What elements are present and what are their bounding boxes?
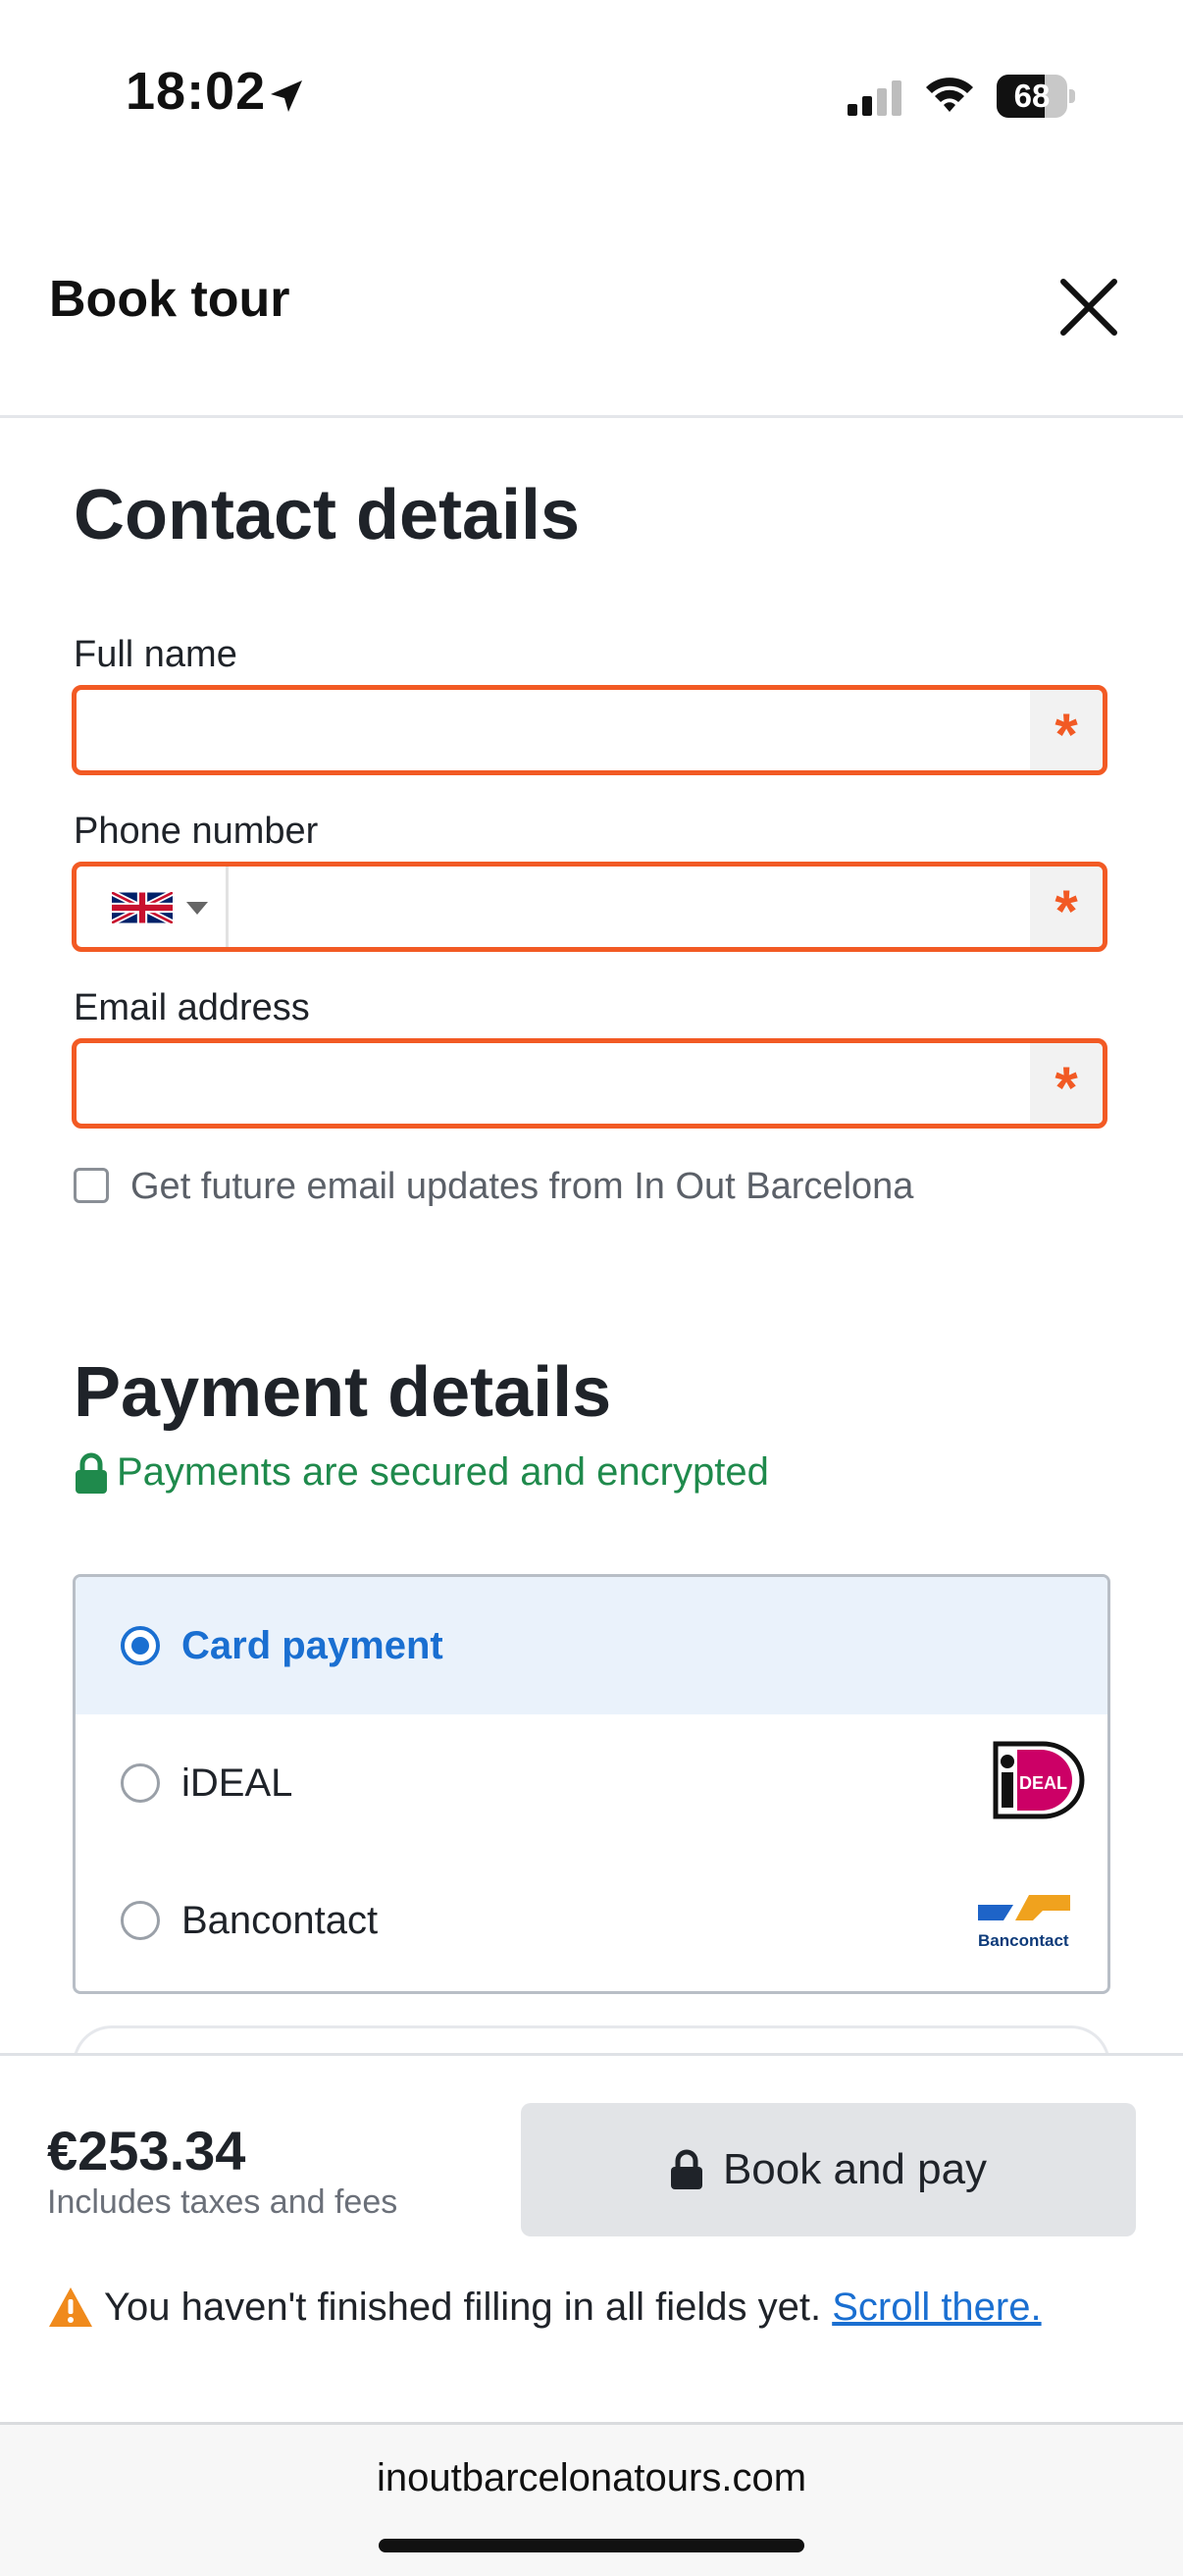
wifi-icon — [926, 78, 973, 112]
uk-flag-icon — [112, 892, 173, 923]
book-and-pay-button[interactable]: Book and pay — [521, 2103, 1136, 2236]
full-name-label: Full name — [74, 634, 237, 675]
modal-header: Book tour — [0, 186, 1183, 418]
url-text[interactable]: inoutbarcelonatours.com — [0, 2456, 1183, 2500]
browser-url-bar[interactable]: inoutbarcelonatours.com — [0, 2422, 1183, 2576]
payment-option-label: Bancontact — [181, 1899, 379, 1942]
home-indicator[interactable] — [379, 2539, 804, 2552]
lock-icon — [76, 1452, 107, 1494]
email-address-field: * — [72, 1038, 1107, 1129]
bancontact-radio[interactable] — [121, 1901, 160, 1940]
battery-icon: 68 — [997, 75, 1075, 118]
chevron-down-icon — [186, 902, 208, 915]
warning-icon — [49, 2287, 92, 2327]
payment-option-ideal[interactable]: iDEAL DEAL — [76, 1714, 1107, 1852]
ideal-radio[interactable] — [121, 1763, 160, 1803]
secure-payment-text: Payments are secured and encrypted — [117, 1450, 769, 1494]
email-input[interactable] — [77, 1043, 1038, 1124]
payment-method-list: Card payment iDEAL DEAL Bancontact Banco… — [73, 1574, 1110, 1994]
newsletter-label: Get future email updates from In Out Bar… — [130, 1166, 914, 1207]
next-payment-box — [73, 2025, 1110, 2053]
scroll-there-link[interactable]: Scroll there. — [832, 2286, 1041, 2329]
location-arrow-icon — [271, 80, 302, 112]
payment-option-card[interactable]: Card payment — [76, 1577, 1107, 1714]
phone-number-field: * — [72, 862, 1107, 952]
lock-icon — [670, 2149, 702, 2189]
card-payment-radio[interactable] — [121, 1626, 160, 1665]
newsletter-checkbox[interactable] — [74, 1168, 109, 1203]
battery-level: 68 — [1013, 78, 1051, 114]
payment-option-label: iDEAL — [181, 1761, 293, 1805]
status-bar: 18:02 68 — [0, 0, 1183, 186]
contact-details-title: Contact details — [74, 476, 581, 554]
payment-option-label: Card payment — [181, 1624, 443, 1667]
full-name-field: * — [72, 685, 1107, 775]
book-and-pay-label: Book and pay — [722, 2145, 988, 2193]
total-price: €253.34 — [47, 2120, 246, 2182]
warning-text: You haven't finished filling in all fiel… — [104, 2286, 822, 2329]
country-code-select[interactable] — [77, 867, 229, 947]
bancontact-logo-text: Bancontact — [978, 1931, 1069, 1950]
phone-number-input[interactable] — [228, 867, 1032, 947]
required-icon: * — [1030, 690, 1103, 770]
payment-details-title: Payment details — [74, 1353, 612, 1432]
required-icon: * — [1030, 1043, 1103, 1124]
booking-form: Contact details Full name * Phone number… — [0, 418, 1183, 2053]
email-address-label: Email address — [74, 987, 310, 1028]
close-button[interactable] — [1052, 270, 1126, 344]
payment-option-bancontact[interactable]: Bancontact Bancontact — [76, 1852, 1107, 1989]
ideal-logo-icon: DEAL — [993, 1741, 1085, 1819]
full-name-input[interactable] — [77, 690, 1038, 770]
page-title: Book tour — [49, 271, 290, 328]
checkout-bar: €253.34 Includes taxes and fees Book and… — [0, 2053, 1183, 2425]
required-icon: * — [1030, 867, 1103, 947]
bancontact-logo-icon: Bancontact — [978, 1895, 1070, 1950]
price-note: Includes taxes and fees — [47, 2183, 398, 2221]
phone-number-label: Phone number — [74, 811, 319, 852]
cellular-signal-icon — [848, 80, 901, 116]
ideal-logo-text: DEAL — [1019, 1773, 1067, 1793]
status-time: 18:02 — [126, 62, 267, 121]
close-icon — [1060, 279, 1117, 336]
